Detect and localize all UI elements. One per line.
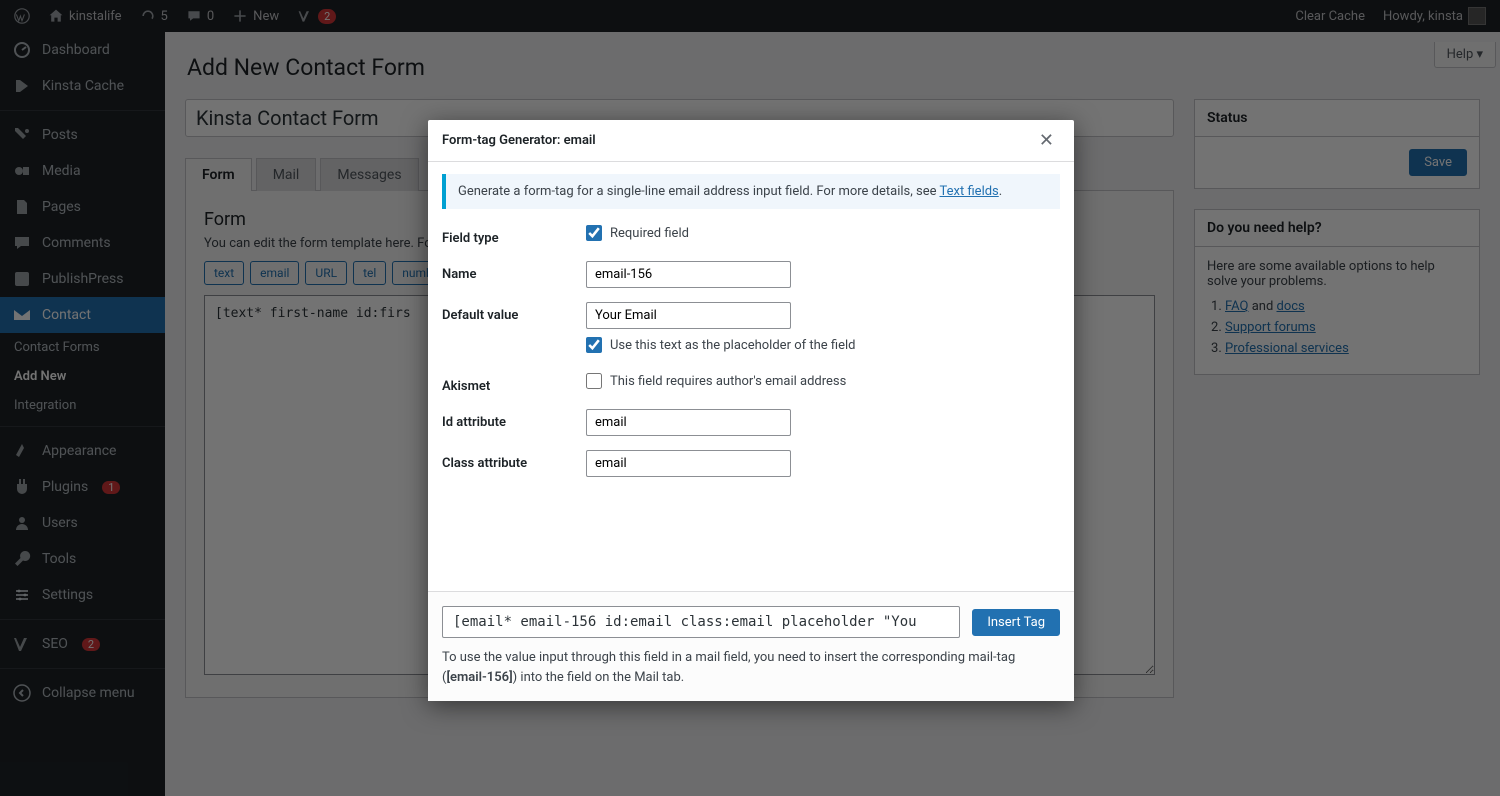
modal-footer-note: To use the value input through this fiel… [442,648,1060,687]
insert-tag-button[interactable]: Insert Tag [972,609,1060,636]
label-akismet: Akismet [442,373,586,394]
text-fields-link[interactable]: Text fields [940,184,999,199]
placeholder-checkbox[interactable] [586,337,602,353]
modal-info: Generate a form-tag for a single-line em… [442,174,1060,209]
label-default: Default value [442,302,586,323]
label-class: Class attribute [442,450,586,471]
placeholder-checkbox-row[interactable]: Use this text as the placeholder of the … [586,337,1060,353]
class-input[interactable] [586,450,791,477]
required-checkbox-row[interactable]: Required field [586,225,1060,241]
akismet-checkbox-row[interactable]: This field requires author's email addre… [586,373,1060,389]
akismet-checkbox[interactable] [586,373,602,389]
form-tag-modal: Form-tag Generator: email ✕ Generate a f… [428,120,1074,701]
label-id: Id attribute [442,409,586,430]
tag-output[interactable] [442,606,960,638]
default-value-input[interactable] [586,302,791,329]
close-icon[interactable]: ✕ [1033,128,1060,153]
id-input[interactable] [586,409,791,436]
modal-title: Form-tag Generator: email [442,133,596,148]
label-field-type: Field type [442,225,586,246]
label-name: Name [442,261,586,282]
required-checkbox[interactable] [586,225,602,241]
name-input[interactable] [586,261,791,288]
